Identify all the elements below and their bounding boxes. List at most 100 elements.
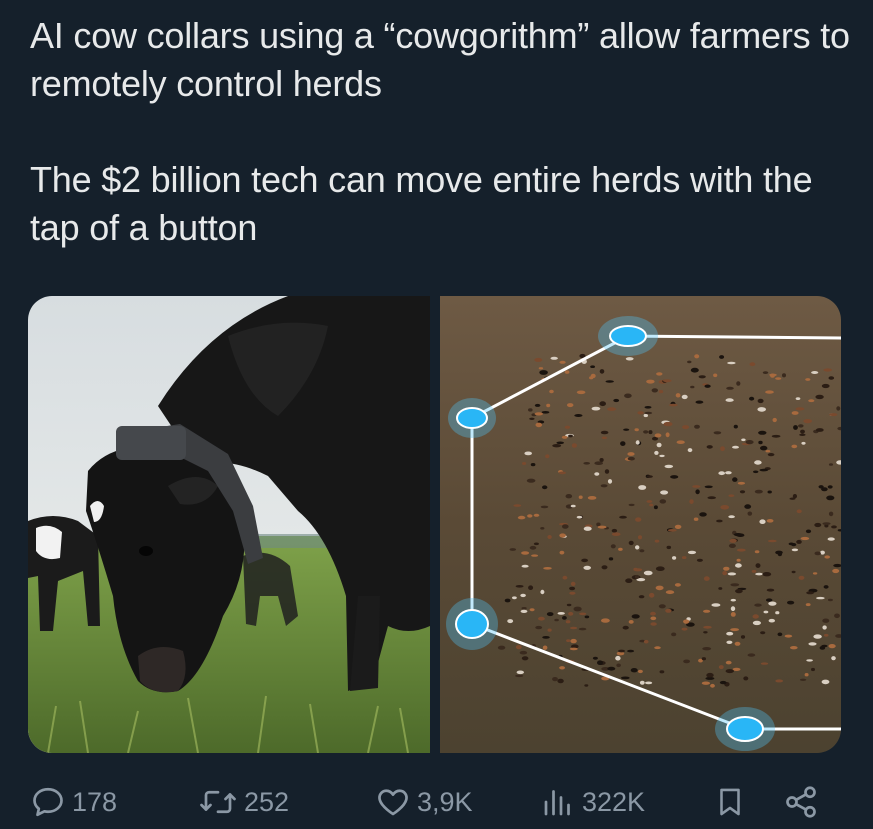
herd-cow bbox=[770, 373, 775, 378]
herd-cow bbox=[654, 450, 659, 455]
bookmark-button[interactable] bbox=[713, 778, 747, 826]
herd-cow bbox=[799, 433, 806, 436]
photo-aerial-herd[interactable] bbox=[440, 296, 841, 753]
herd-cow bbox=[819, 646, 826, 650]
herd-cow bbox=[733, 533, 743, 537]
herd-cow bbox=[597, 525, 607, 529]
herd-cow bbox=[808, 399, 815, 403]
herd-cow bbox=[815, 394, 824, 400]
herd-cow bbox=[806, 591, 814, 595]
herd-cow bbox=[637, 411, 644, 415]
herd-cow bbox=[707, 496, 716, 500]
herd-cow bbox=[695, 400, 704, 404]
herd-cow bbox=[665, 608, 672, 613]
herd-cow bbox=[659, 670, 665, 674]
herd-cow bbox=[791, 411, 799, 415]
herd-cow bbox=[831, 525, 837, 529]
photo-cow-collar[interactable] bbox=[28, 296, 430, 753]
herd-cow bbox=[796, 539, 802, 544]
herd-cow bbox=[659, 499, 667, 504]
herd-cow bbox=[529, 417, 535, 420]
herd-cow bbox=[633, 567, 638, 571]
herd-cow bbox=[682, 425, 690, 430]
cow-collar-image bbox=[28, 296, 430, 753]
herd-cow bbox=[559, 533, 566, 538]
herd-cow bbox=[664, 464, 674, 469]
herd-cow bbox=[516, 670, 524, 675]
herd-cow bbox=[740, 635, 746, 639]
herd-cow bbox=[513, 504, 522, 507]
herd-cow bbox=[728, 515, 735, 519]
share-button[interactable] bbox=[782, 778, 820, 826]
herd-cow bbox=[646, 500, 653, 503]
tweet-paragraph-2: The $2 billion tech can move entire herd… bbox=[30, 159, 813, 248]
herd-cow bbox=[583, 565, 591, 570]
herd-cow bbox=[703, 631, 708, 634]
herd-cow bbox=[728, 543, 736, 548]
herd-cow bbox=[754, 550, 760, 554]
retweet-button[interactable]: 252 bbox=[198, 778, 289, 826]
herd-cow bbox=[665, 590, 675, 595]
herd-cow bbox=[540, 505, 549, 509]
herd-cow bbox=[791, 543, 797, 547]
herd-cow bbox=[618, 547, 623, 551]
herd-cow bbox=[811, 667, 815, 672]
herd-cow bbox=[644, 406, 652, 409]
herd-cow bbox=[644, 411, 653, 415]
herd-cow bbox=[616, 663, 621, 668]
herd-cow bbox=[521, 551, 530, 555]
herd-cow bbox=[765, 450, 771, 453]
herd-cow bbox=[795, 397, 801, 400]
herd-cow bbox=[706, 672, 714, 678]
like-button[interactable]: 3,9K bbox=[375, 778, 473, 826]
herd-cow bbox=[768, 618, 775, 623]
herd-cow bbox=[520, 609, 528, 613]
herd-cow bbox=[730, 606, 736, 612]
herd-cow bbox=[698, 375, 706, 379]
herd-cow bbox=[542, 645, 548, 650]
herd-cow bbox=[643, 413, 648, 418]
herd-cow bbox=[557, 612, 565, 615]
herd-cow bbox=[515, 645, 522, 650]
herd-cow bbox=[672, 556, 677, 560]
herd-cow bbox=[504, 598, 511, 603]
herd-cow bbox=[790, 646, 798, 650]
herd-cow bbox=[687, 360, 692, 364]
herd-cow bbox=[818, 485, 824, 489]
herd-cow bbox=[557, 678, 564, 684]
herd-cow bbox=[667, 529, 677, 532]
views-button[interactable]: 322K bbox=[540, 778, 645, 826]
reply-count: 178 bbox=[72, 786, 118, 817]
herd-cow bbox=[834, 613, 840, 619]
herd-cow bbox=[813, 634, 822, 639]
herd-cow bbox=[653, 505, 658, 510]
herd-cow bbox=[529, 545, 537, 550]
herd-cow bbox=[681, 394, 688, 400]
herd-cow bbox=[758, 430, 767, 435]
herd-cow bbox=[538, 367, 544, 370]
herd-cow bbox=[619, 515, 627, 519]
herd-cow bbox=[571, 443, 577, 448]
herd-cow bbox=[736, 381, 741, 386]
herd-cow bbox=[601, 436, 607, 440]
herd-cow bbox=[643, 639, 649, 644]
herd-cow bbox=[533, 542, 539, 546]
herd-cow bbox=[759, 519, 766, 524]
herd-cow bbox=[576, 390, 586, 395]
herd-cow bbox=[811, 371, 819, 374]
herd-cow bbox=[692, 485, 701, 488]
herd-cow bbox=[824, 555, 830, 559]
herd-cow bbox=[521, 656, 529, 661]
herd-cow bbox=[554, 618, 559, 622]
herd-cow bbox=[600, 430, 609, 435]
herd-cow bbox=[654, 539, 660, 543]
herd-cow bbox=[574, 414, 583, 417]
herd-cow bbox=[534, 403, 541, 407]
herd-cow bbox=[578, 627, 587, 631]
herd-cow bbox=[796, 509, 802, 514]
herd-cow bbox=[736, 548, 746, 552]
reply-button[interactable]: 178 bbox=[30, 778, 117, 826]
herd-cow bbox=[713, 431, 722, 435]
herd-cow bbox=[798, 424, 804, 428]
herd-cow bbox=[722, 570, 728, 576]
